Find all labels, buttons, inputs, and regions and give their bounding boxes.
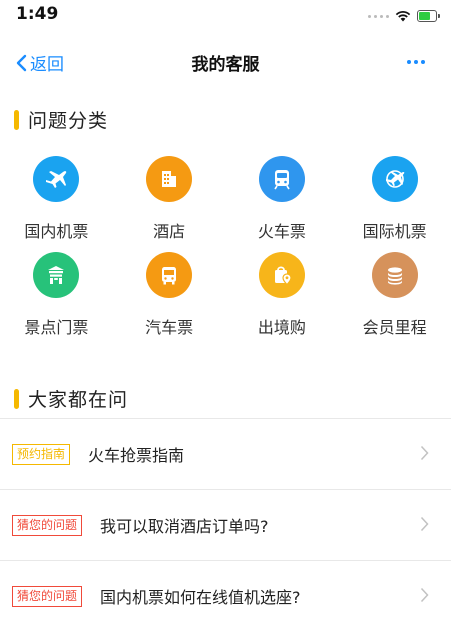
category-attraction-tickets[interactable]: 景点门票 <box>0 252 113 348</box>
category-label: 出境购 <box>257 318 306 337</box>
chevron-right-icon <box>420 587 429 603</box>
faq-question: 我可以取消酒店订单吗? <box>100 517 269 536</box>
shopping-bag-location-icon <box>258 252 305 298</box>
wifi-icon <box>395 11 411 22</box>
category-train[interactable]: 火车票 <box>226 156 339 252</box>
navigation-bar: 返回 我的客服 <box>0 42 451 82</box>
category-hotel[interactable]: 酒店 <box>113 156 226 252</box>
faq-question: 国内机票如何在线值机选座? <box>100 588 301 607</box>
faq-item[interactable]: 猜您的问题 我可以取消酒店订单吗? <box>0 490 451 560</box>
category-label: 景点门票 <box>24 318 89 337</box>
faq-item[interactable]: 预约指南 火车抢票指南 <box>0 419 451 489</box>
battery-icon <box>417 10 440 22</box>
category-international-flight[interactable]: 国际机票 <box>338 156 451 252</box>
faq-section-title: 大家都在问 <box>28 389 129 411</box>
category-domestic-flight[interactable]: 国内机票 <box>0 156 113 252</box>
category-member-mileage[interactable]: 会员里程 <box>338 252 451 348</box>
train-icon <box>258 156 305 202</box>
airplane-icon <box>33 156 80 202</box>
faq-item[interactable]: 猜您的问题 国内机票如何在线值机选座? <box>0 561 451 619</box>
category-grid: 国内机票 酒店 火车票 国际机票 景点门票 汽车票 出境购 会员里程 <box>0 156 451 348</box>
section-accent-bar <box>14 109 19 130</box>
more-menu-icon[interactable] <box>407 60 425 64</box>
cellular-signal-icon <box>368 14 389 18</box>
category-section-title: 问题分类 <box>28 110 109 132</box>
faq-question: 火车抢票指南 <box>88 446 185 465</box>
category-label: 国际机票 <box>362 222 427 241</box>
status-indicators <box>368 8 440 24</box>
category-label: 汽车票 <box>145 318 194 337</box>
faq-tag: 猜您的问题 <box>12 514 83 536</box>
category-label: 会员里程 <box>362 318 427 337</box>
chevron-right-icon <box>420 516 429 532</box>
page-title: 我的客服 <box>191 55 260 75</box>
coin-stack-icon <box>371 252 418 298</box>
chevron-right-icon <box>420 445 429 461</box>
section-accent-bar <box>14 388 19 409</box>
faq-section-header: 大家都在问 <box>14 385 128 412</box>
category-section-header: 问题分类 <box>14 106 108 133</box>
category-label: 酒店 <box>153 222 186 241</box>
hotel-building-icon <box>146 156 193 202</box>
faq-list: 预约指南 火车抢票指南 猜您的问题 我可以取消酒店订单吗? 猜您的问题 国内机票… <box>0 418 451 619</box>
attraction-gate-icon <box>33 252 80 298</box>
category-label: 火车票 <box>257 222 306 241</box>
status-bar: 1:49 <box>0 0 451 36</box>
faq-tag: 猜您的问题 <box>12 585 83 607</box>
faq-tag: 预约指南 <box>12 443 71 465</box>
bus-icon <box>146 252 193 298</box>
status-time: 1:49 <box>16 4 59 24</box>
customer-service-screen: 1:49 返回 我的客服 问题分类 国内机票 酒店 火车票 国际机票 景点门票 … <box>0 0 451 619</box>
category-outbound-shopping[interactable]: 出境购 <box>226 252 339 348</box>
category-bus[interactable]: 汽车票 <box>113 252 226 348</box>
category-label: 国内机票 <box>24 222 89 241</box>
airplane-globe-icon <box>371 156 418 202</box>
